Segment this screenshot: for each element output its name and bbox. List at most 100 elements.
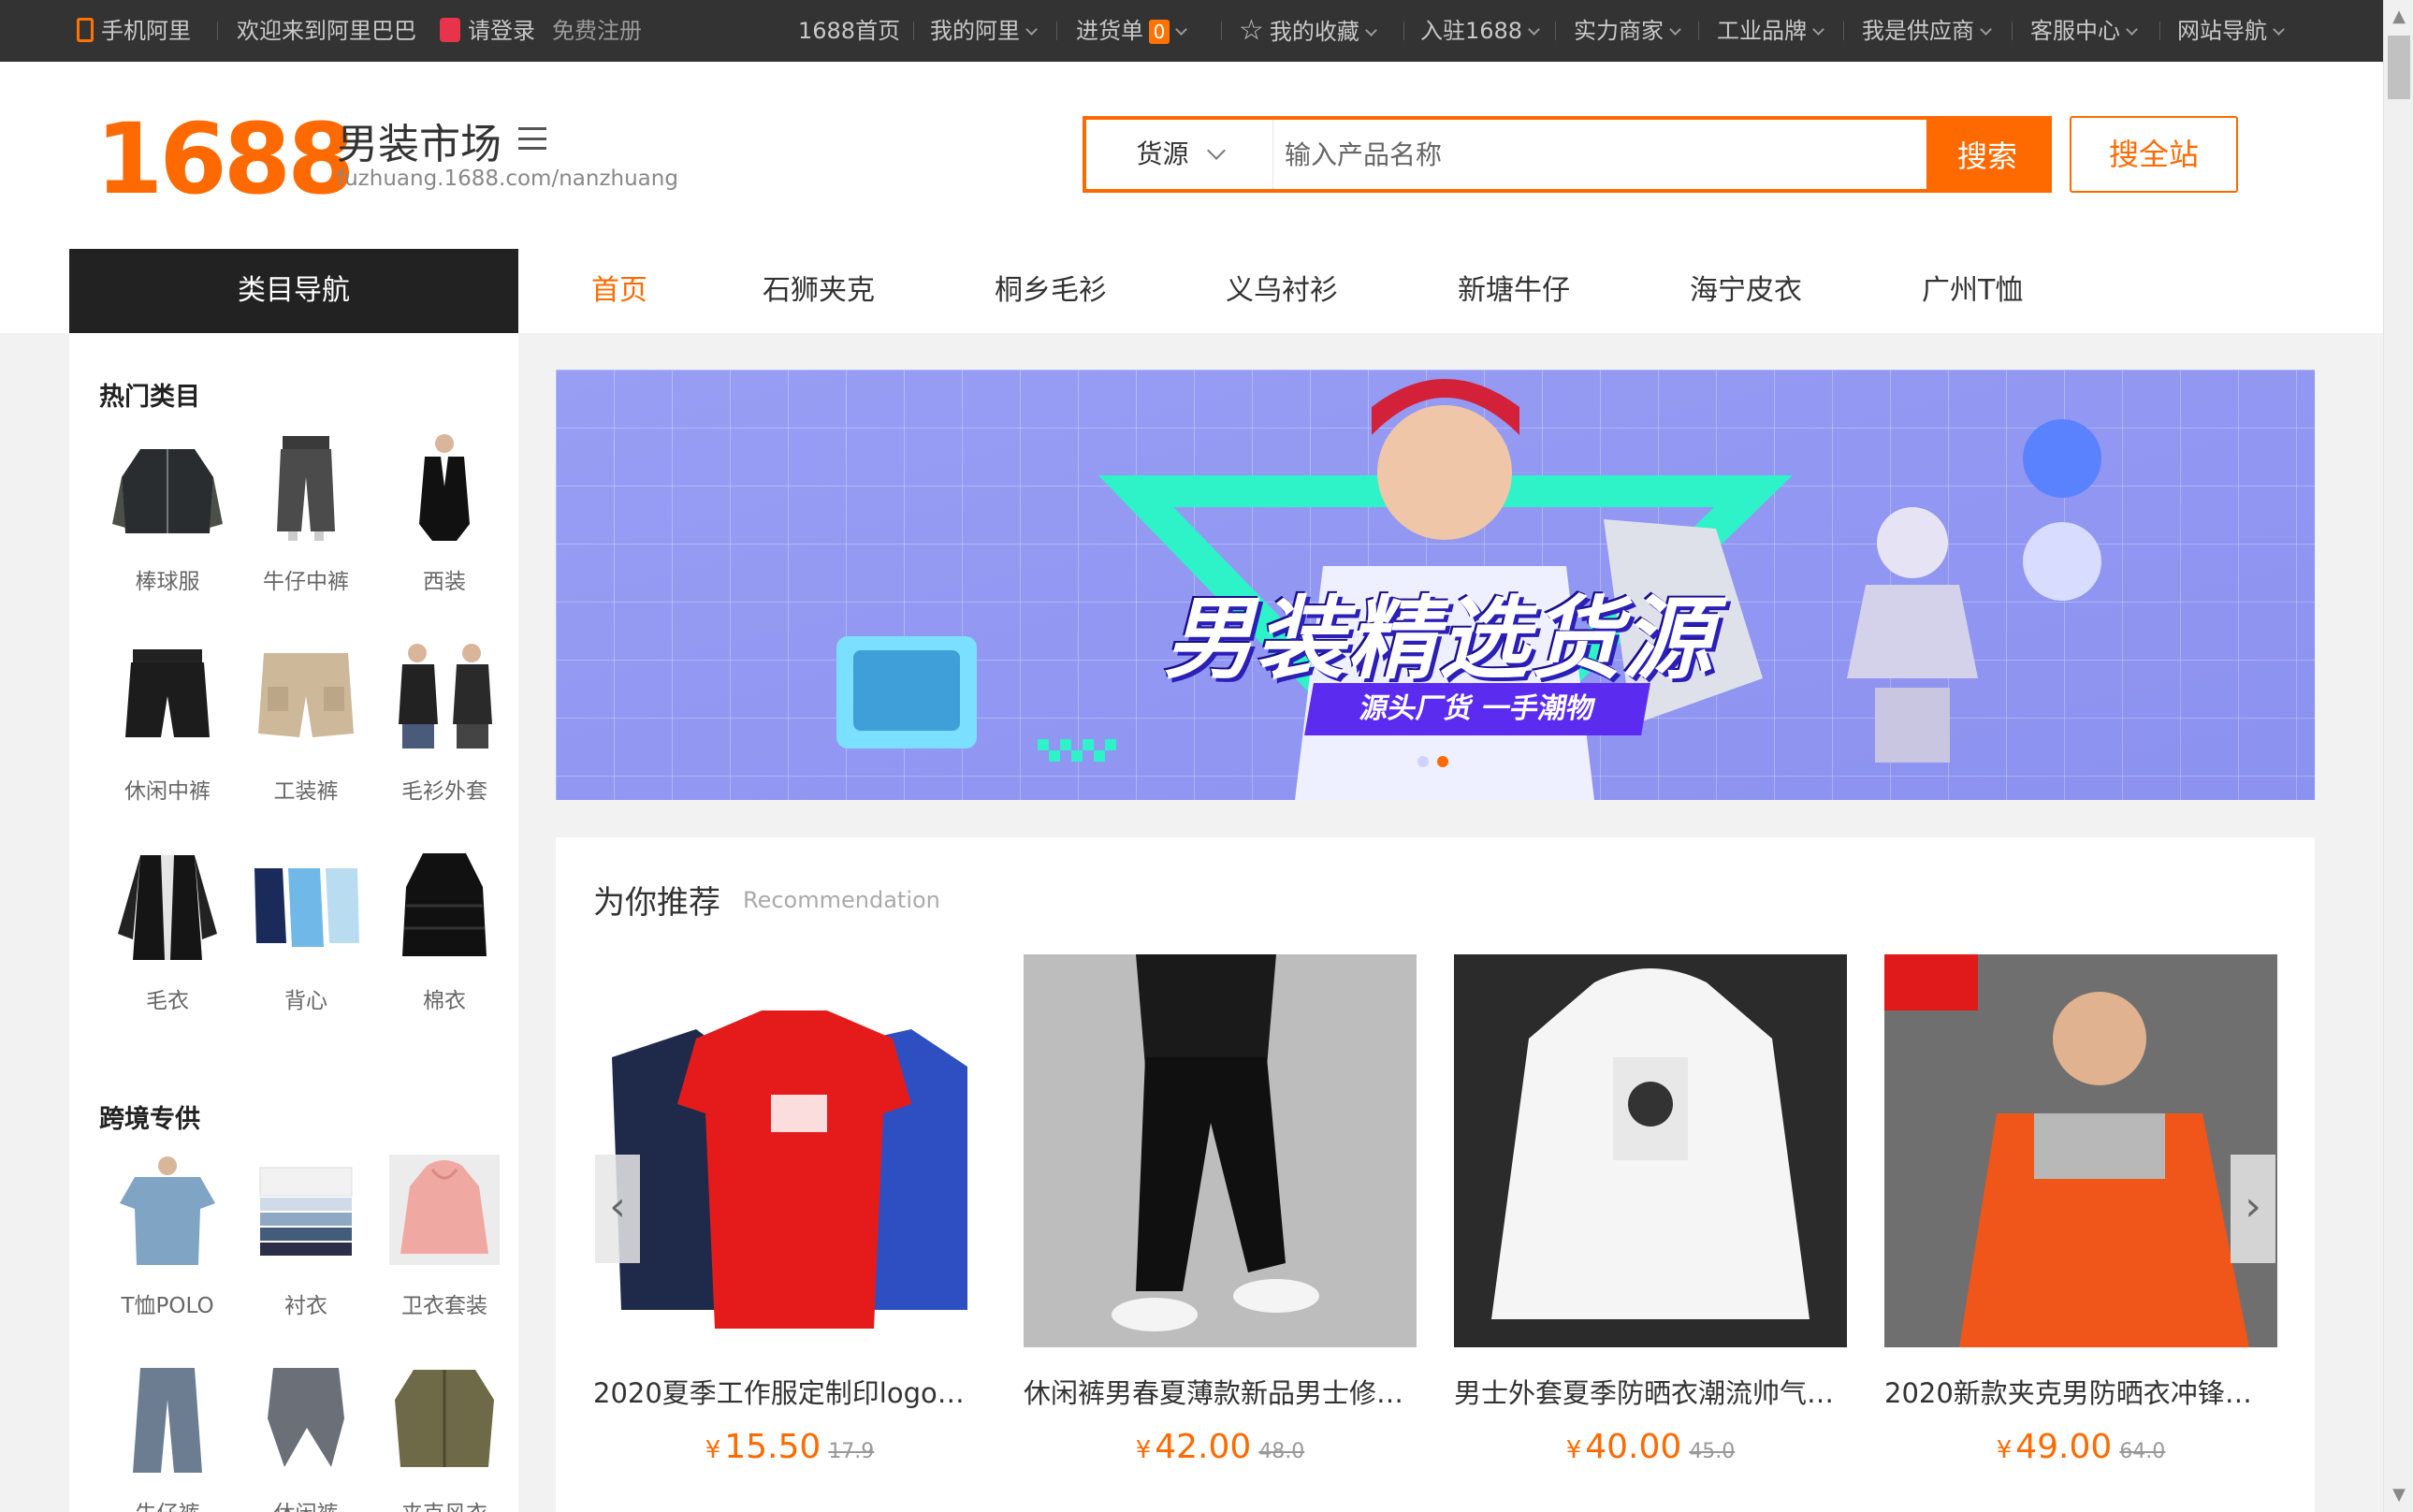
my-ali-menu[interactable]: 我的阿里: [930, 0, 1036, 62]
divider: [1843, 22, 1844, 40]
category-item[interactable]: 夹克风衣: [376, 1362, 513, 1512]
category-item[interactable]: 休闲中裤: [99, 640, 236, 805]
tab-tongxiang-sweater[interactable]: 桐乡毛衫: [995, 249, 1107, 333]
original-price: 48.0: [1258, 1440, 1305, 1463]
my-ali-label: 我的阿里: [930, 18, 1020, 44]
site-title: 男装市场: [337, 121, 501, 168]
welcome-text: 欢迎来到阿里巴巴: [237, 18, 416, 44]
casual-shorts-image: [112, 640, 223, 750]
search-input[interactable]: [1283, 127, 1844, 182]
category-item[interactable]: 牛仔中裤: [238, 430, 374, 595]
divider: [1555, 22, 1556, 40]
scroll-thumb[interactable]: [2388, 36, 2410, 99]
join-menu[interactable]: 入驻1688: [1420, 0, 1538, 62]
category-label: 休闲中裤: [124, 779, 211, 804]
banner-subline: 源头厂货 一手潮物: [1304, 683, 1650, 735]
category-label: 夹克风衣: [376, 1495, 513, 1512]
cross-border-heading: 跨境专供: [99, 1105, 200, 1134]
sitenav-menu[interactable]: 网站导航: [2177, 0, 2283, 62]
price-value: 15.50: [724, 1428, 821, 1466]
search-button[interactable]: 搜索: [1926, 120, 2048, 189]
scroll-down-arrow-icon[interactable]: ▼: [2384, 1482, 2413, 1508]
merchants-menu[interactable]: 实力商家: [1574, 0, 1679, 62]
category-item[interactable]: 西装: [376, 430, 513, 595]
recommendation-title: 为你推荐: [593, 884, 720, 922]
mobile-ali-label: 手机阿里: [101, 18, 191, 44]
search-all-button[interactable]: 搜全站: [2070, 116, 2238, 193]
cart-menu[interactable]: 进货单 0: [1076, 0, 1185, 62]
carousel-next-button[interactable]: ›: [2231, 1155, 2275, 1263]
currency-symbol: ¥: [1135, 1436, 1152, 1464]
mobile-ali-link[interactable]: 手机阿里: [77, 0, 191, 62]
product-image: [1884, 954, 2277, 1347]
top-bar: 手机阿里 欢迎来到阿里巴巴 请登录 免费注册 1688首页 我的阿里 进货单 0 …: [0, 0, 2413, 62]
scroll-up-arrow-icon[interactable]: ▲: [2384, 4, 2413, 30]
category-label: 棒球服: [135, 570, 200, 594]
tab-xintang-denim[interactable]: 新塘牛仔: [1458, 249, 1570, 333]
suit-image: [389, 430, 500, 541]
category-item[interactable]: 牛仔裤: [99, 1362, 236, 1512]
tab-haining-leather[interactable]: 海宁皮衣: [1690, 249, 1802, 333]
tab-guangzhou-tshirt[interactable]: 广州T恤: [1922, 249, 2023, 333]
supplier-menu[interactable]: 我是供应商: [1862, 0, 1990, 62]
category-label: 工装裤: [273, 779, 339, 804]
category-item[interactable]: 背心: [238, 850, 374, 1014]
divider: [1056, 22, 1057, 40]
tank-top-image: [251, 850, 361, 960]
logo[interactable]: 1688: [95, 103, 355, 215]
category-item[interactable]: 棉衣: [376, 850, 513, 1014]
product-card[interactable]: 2020夏季工作服定制印logo短袖 ¥15.50 17.9: [593, 954, 986, 1466]
category-item[interactable]: 毛衣: [99, 850, 236, 1014]
favorites-menu[interactable]: ☆ 我的收藏: [1239, 0, 1375, 62]
product-price: ¥15.50: [705, 1428, 821, 1466]
product-card[interactable]: 休闲裤男春夏薄款新品男士修身束脚 ¥42.00 48.0: [1024, 954, 1417, 1466]
product-card[interactable]: 男士外套夏季防晒衣潮流帅气轻薄 ¥40.00 45.0: [1454, 954, 1847, 1466]
search-type-select[interactable]: 货源: [1086, 120, 1273, 189]
supplier-label: 我是供应商: [1862, 18, 1974, 44]
category-item[interactable]: 休闲裤: [238, 1362, 374, 1512]
page-scrollbar[interactable]: ▲ ▼: [2383, 0, 2413, 1512]
brands-menu[interactable]: 工业品牌: [1717, 0, 1823, 62]
carousel-dot-active[interactable]: [1437, 756, 1448, 767]
category-label: 卫衣套装: [401, 1294, 487, 1318]
product-price: ¥49.00: [1997, 1428, 2113, 1466]
register-link[interactable]: 免费注册: [552, 0, 642, 62]
category-item[interactable]: 工装裤: [238, 640, 374, 805]
category-item[interactable]: 衬衣: [238, 1155, 374, 1319]
tab-shishi-jacket[interactable]: 石狮夹克: [763, 249, 875, 333]
tab-home[interactable]: 首页: [591, 249, 647, 333]
divider: [913, 22, 914, 40]
padded-coat-image: [389, 850, 500, 960]
category-item[interactable]: 棒球服: [99, 430, 236, 595]
phone-icon: [77, 18, 94, 42]
category-label: 西装: [423, 570, 466, 594]
menu-icon[interactable]: [518, 127, 546, 150]
product-title: 男士外套夏季防晒衣潮流帅气轻薄: [1454, 1377, 1847, 1409]
category-item[interactable]: 卫衣套装: [376, 1155, 513, 1319]
currency-symbol: ¥: [1565, 1436, 1582, 1464]
category-nav-heading[interactable]: 类目导航: [69, 249, 518, 333]
tab-yiwu-shirt[interactable]: 义乌衬衫: [1226, 249, 1338, 333]
denim-shorts-image: [251, 430, 361, 541]
category-label: 毛衣: [146, 989, 189, 1013]
category-label: 牛仔裤: [99, 1495, 236, 1512]
home-link[interactable]: 1688首页: [798, 0, 900, 62]
carousel-prev-button[interactable]: ‹: [595, 1155, 640, 1263]
category-item[interactable]: 毛衫外套: [376, 640, 513, 805]
casual-pants-image: [251, 1362, 361, 1473]
currency-symbol: ¥: [1996, 1436, 2013, 1464]
banner-headline: 男装精选货源: [1164, 587, 1714, 691]
promo-banner[interactable]: 男装精选货源 源头厂货 一手潮物: [556, 370, 2315, 800]
login-link[interactable]: 请登录: [440, 0, 535, 62]
service-menu[interactable]: 客服中心: [2030, 0, 2136, 62]
product-card[interactable]: 2020新款夹克男防晒衣冲锋衣外套 ¥49.00 64.0: [1884, 954, 2277, 1466]
jeans-image: [112, 1362, 223, 1473]
original-price: 45.0: [1689, 1440, 1736, 1463]
recommendation-section: 为你推荐 Recommendation 2020夏季工作服定制印logo短袖 ¥…: [556, 837, 2315, 1512]
price-value: 40.00: [1585, 1428, 1682, 1466]
category-item[interactable]: T恤POLO: [99, 1155, 236, 1319]
sweater-image: [112, 850, 223, 960]
product-title: 休闲裤男春夏薄款新品男士修身束脚: [1024, 1377, 1417, 1409]
category-label: 棉衣: [423, 989, 466, 1013]
carousel-dot[interactable]: [1417, 756, 1429, 767]
